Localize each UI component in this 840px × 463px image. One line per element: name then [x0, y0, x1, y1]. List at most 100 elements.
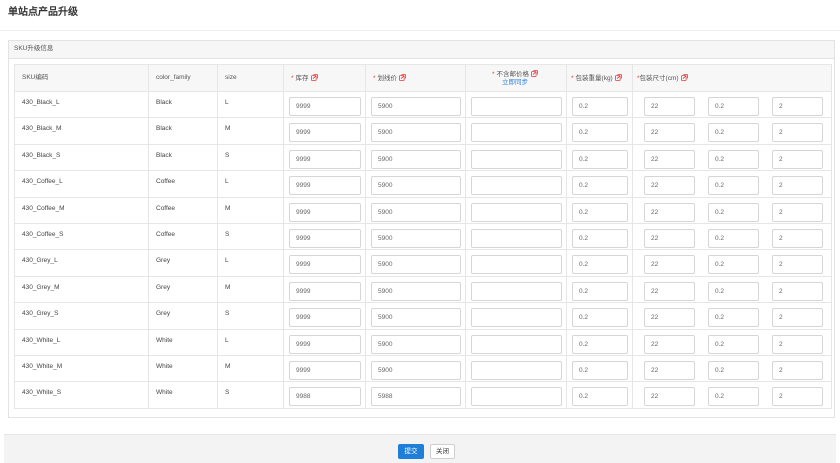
package-width-input[interactable] — [708, 387, 759, 407]
submit-button[interactable]: 提交 — [398, 444, 424, 459]
package-length-input[interactable] — [644, 97, 695, 116]
package-weight-cell — [566, 302, 633, 330]
listing-price-input[interactable] — [371, 228, 461, 248]
package-width-input[interactable] — [708, 360, 759, 380]
package-length-input[interactable] — [644, 202, 695, 222]
price-excl-shipping-input[interactable] — [471, 176, 562, 196]
sync-now-link[interactable]: 立即同步 — [467, 79, 565, 87]
package-width-input[interactable] — [708, 228, 759, 248]
package-height-input[interactable] — [772, 149, 823, 169]
listing-price-input[interactable] — [371, 176, 461, 196]
package-weight-input[interactable] — [572, 308, 628, 328]
stock-input[interactable] — [289, 149, 361, 169]
package-height-input[interactable] — [772, 123, 823, 143]
package-width-input[interactable] — [708, 176, 759, 196]
listing-price-input[interactable] — [371, 97, 461, 116]
close-button[interactable]: 关闭 — [430, 444, 455, 459]
package-height-input[interactable] — [772, 360, 823, 380]
stock-input[interactable] — [289, 255, 361, 275]
package-length-input[interactable] — [644, 360, 695, 380]
price-excl-shipping-input[interactable] — [471, 255, 562, 275]
package-width-input[interactable] — [708, 202, 759, 222]
listing-price-input[interactable] — [371, 123, 461, 143]
price-excl-shipping-input[interactable] — [471, 308, 562, 328]
stock-input[interactable] — [289, 228, 361, 248]
package-length-input[interactable] — [644, 308, 695, 328]
package-weight-input[interactable] — [572, 334, 628, 354]
package-height-input[interactable] — [772, 308, 823, 328]
stock-input[interactable] — [289, 176, 361, 196]
batch-edit-icon[interactable] — [531, 69, 538, 77]
stock-input[interactable] — [289, 308, 361, 328]
package-width-input[interactable] — [708, 123, 759, 143]
package-weight-input[interactable] — [572, 255, 628, 275]
package-length-input[interactable] — [644, 255, 695, 275]
price-excl-shipping-cell — [465, 354, 567, 383]
package-weight-input[interactable] — [572, 176, 628, 196]
package-weight-input[interactable] — [572, 202, 628, 222]
package-length-input[interactable] — [644, 123, 695, 143]
package-height-input[interactable] — [772, 387, 823, 407]
price-excl-shipping-cell — [465, 249, 567, 277]
price-excl-shipping-input[interactable] — [471, 387, 562, 407]
package-length-input[interactable] — [644, 149, 695, 169]
stock-input[interactable] — [289, 387, 361, 407]
package-height-input[interactable] — [772, 202, 823, 222]
listing-price-input[interactable] — [371, 149, 461, 169]
listing-price-input[interactable] — [371, 334, 461, 354]
package-weight-input[interactable] — [572, 97, 628, 116]
package-height-input[interactable] — [772, 228, 823, 248]
package-weight-input[interactable] — [572, 123, 628, 143]
listing-price-input[interactable] — [371, 255, 461, 275]
package-weight-input[interactable] — [572, 281, 628, 301]
price-excl-shipping-input[interactable] — [471, 123, 562, 143]
package-width-input[interactable] — [708, 149, 759, 169]
price-excl-shipping-input[interactable] — [471, 360, 562, 380]
listing-price-input[interactable] — [371, 308, 461, 328]
listing-price-cell — [365, 354, 466, 383]
package-width-input[interactable] — [708, 255, 759, 275]
listing-price-input[interactable] — [371, 387, 461, 407]
package-height-input[interactable] — [772, 281, 823, 301]
package-height-input[interactable] — [772, 255, 823, 275]
package-width-input[interactable] — [708, 334, 759, 354]
package-length-input[interactable] — [644, 387, 695, 407]
price-excl-shipping-input[interactable] — [471, 281, 562, 301]
page: 单站点产品升级 SKU升级信息 SKU编码 color_family size … — [0, 0, 840, 463]
package-weight-input[interactable] — [572, 228, 628, 248]
price-excl-shipping-input[interactable] — [471, 202, 562, 222]
color-family-cell: Coffee — [148, 196, 218, 224]
stock-input[interactable] — [289, 123, 361, 143]
batch-edit-icon[interactable] — [680, 73, 688, 81]
color-family-cell: Grey — [148, 249, 218, 277]
listing-price-input[interactable] — [371, 360, 461, 380]
package-width-input[interactable] — [708, 308, 759, 328]
package-length-input[interactable] — [644, 281, 695, 301]
package-length-input[interactable] — [644, 228, 695, 248]
batch-edit-icon[interactable] — [614, 73, 622, 81]
package-length-input[interactable] — [644, 176, 695, 196]
package-width-input[interactable] — [708, 97, 759, 116]
package-length-input[interactable] — [644, 334, 695, 354]
stock-input[interactable] — [289, 360, 361, 380]
package-height-input[interactable] — [772, 334, 823, 354]
package-width-input[interactable] — [708, 281, 759, 301]
stock-input[interactable] — [289, 202, 361, 222]
stock-input[interactable] — [289, 281, 361, 301]
price-excl-shipping-input[interactable] — [471, 97, 562, 116]
sku-code-cell: 430_White_M — [14, 354, 149, 383]
package-height-input[interactable] — [772, 176, 823, 196]
package-weight-input[interactable] — [572, 387, 628, 407]
package-height-input[interactable] — [772, 97, 823, 116]
batch-edit-icon[interactable] — [310, 73, 318, 81]
price-excl-shipping-input[interactable] — [471, 228, 562, 248]
stock-input[interactable] — [289, 97, 361, 116]
listing-price-input[interactable] — [371, 202, 461, 222]
listing-price-input[interactable] — [371, 281, 461, 301]
price-excl-shipping-input[interactable] — [471, 149, 562, 169]
price-excl-shipping-input[interactable] — [471, 334, 562, 354]
batch-edit-icon[interactable] — [399, 73, 406, 81]
stock-input[interactable] — [289, 334, 361, 354]
package-weight-input[interactable] — [572, 360, 628, 380]
package-weight-input[interactable] — [572, 149, 628, 169]
